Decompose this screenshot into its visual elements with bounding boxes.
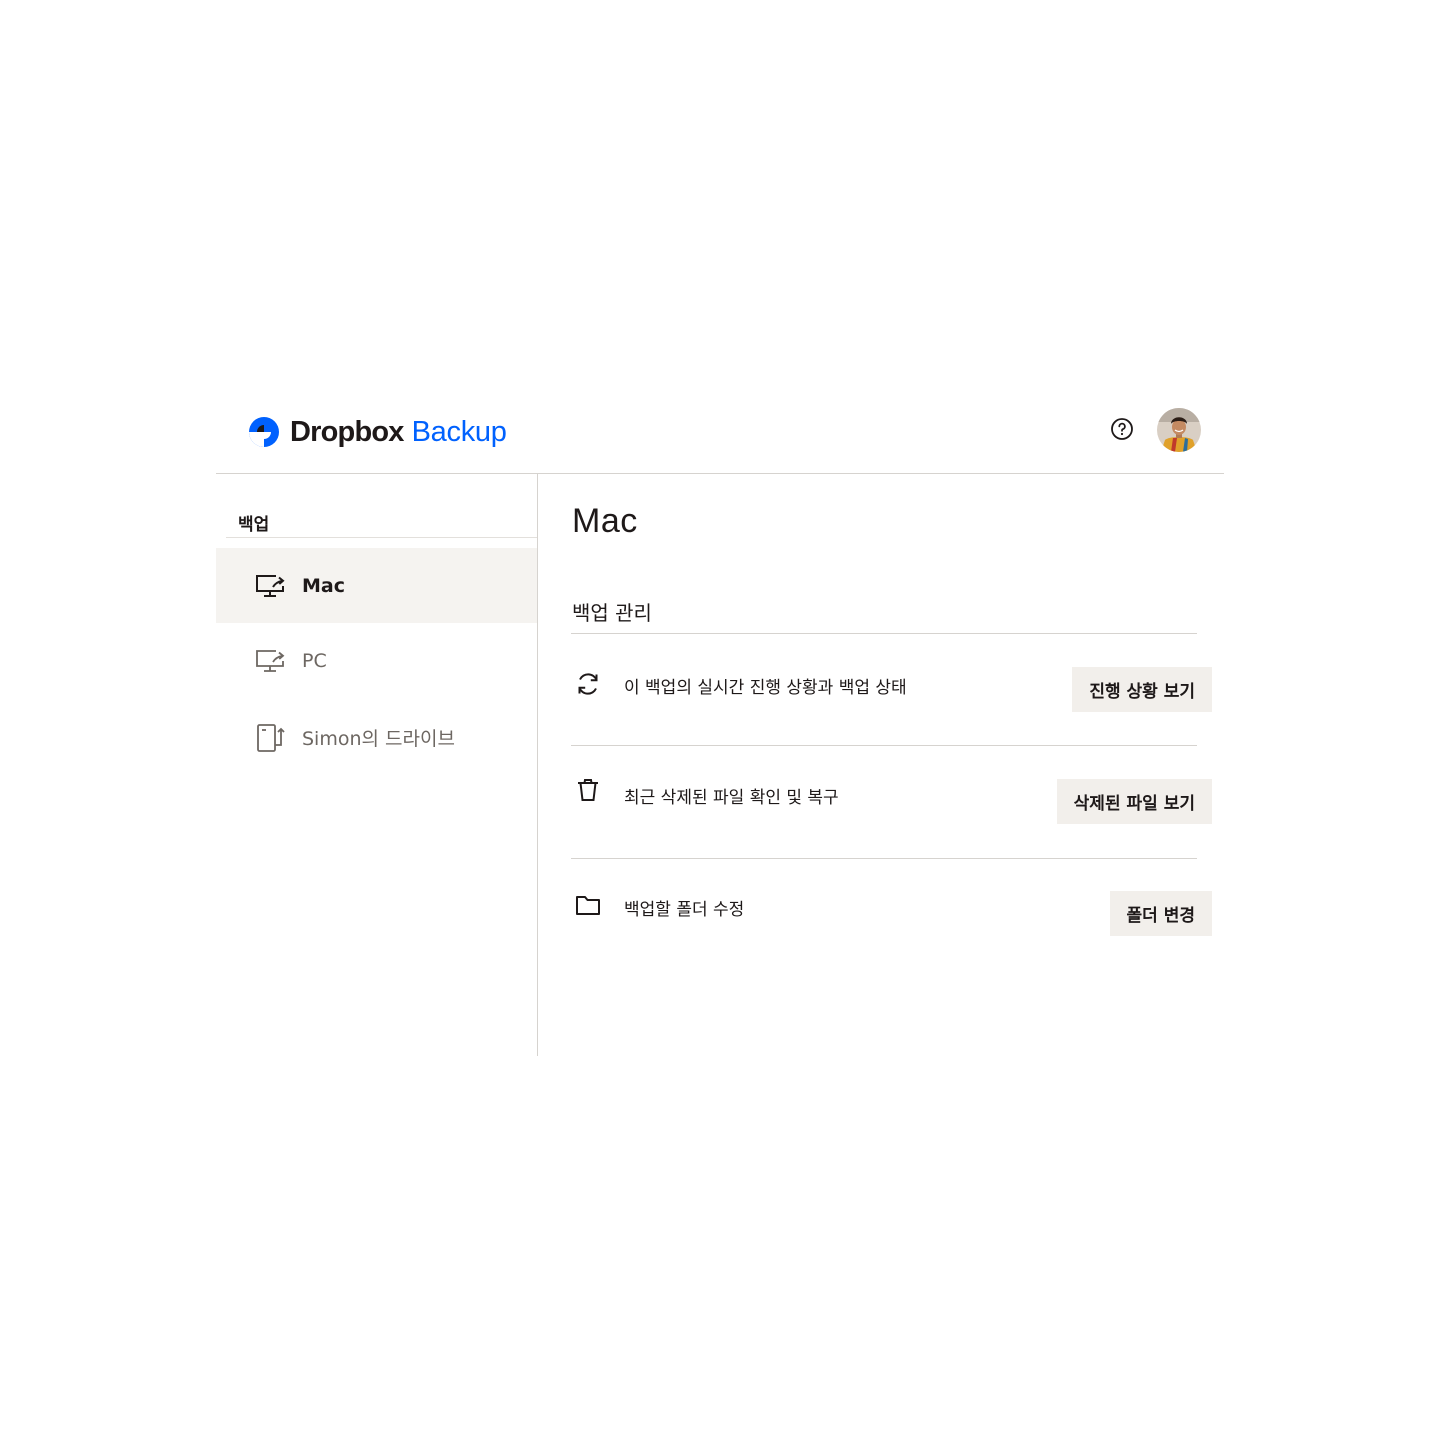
divider <box>226 537 537 538</box>
dropbox-backup-logo[interactable]: Dropbox Backup <box>248 412 507 452</box>
sidebar-item-pc[interactable]: PC <box>216 623 537 698</box>
sidebar-item-drive[interactable]: Simon의 드라이브 <box>216 700 537 775</box>
sidebar-item-label: PC <box>302 649 327 672</box>
row-description: 이 백업의 실시간 진행 상황과 백업 상태 <box>624 678 907 698</box>
divider <box>571 745 1197 746</box>
view-progress-button[interactable]: 진행 상황 보기 <box>1072 667 1212 712</box>
product-name: Backup <box>411 415 507 448</box>
sidebar: 백업 Mac PC Simon의 드라이브 <box>216 474 538 1056</box>
desktop-backup-icon <box>256 649 285 672</box>
divider <box>571 633 1197 634</box>
section-title: 백업 관리 <box>572 601 652 625</box>
row-description: 최근 삭제된 파일 확인 및 복구 <box>624 788 839 808</box>
sync-icon <box>578 673 598 695</box>
app-window: Dropbox Backup 백업 Mac PC Simon의 드라이브 Mac… <box>216 390 1224 1056</box>
view-deleted-files-button[interactable]: 삭제된 파일 보기 <box>1056 779 1212 824</box>
user-avatar[interactable] <box>1157 408 1201 452</box>
help-circle-icon[interactable] <box>1110 417 1134 441</box>
row-description: 백업할 폴더 수정 <box>624 900 745 920</box>
backup-logo-icon <box>249 417 279 447</box>
desktop-backup-icon <box>256 574 285 597</box>
trash-icon <box>578 779 598 801</box>
folder-icon <box>576 896 600 915</box>
sidebar-item-label: Mac <box>302 574 345 597</box>
sidebar-item-label: Simon의 드라이브 <box>302 728 455 750</box>
external-drive-icon <box>257 723 285 752</box>
divider <box>571 858 1197 859</box>
brand-name: Dropbox <box>290 415 404 448</box>
main-content: Mac 백업 관리 이 백업의 실시간 진행 상황과 백업 상태 진행 상황 보… <box>538 474 1224 1056</box>
change-folder-button[interactable]: 폴더 변경 <box>1109 891 1212 936</box>
app-header: Dropbox Backup <box>216 390 1224 474</box>
sidebar-item-mac[interactable]: Mac <box>216 548 537 623</box>
page-title: Mac <box>572 502 638 540</box>
sidebar-heading: 백업 <box>238 515 270 535</box>
